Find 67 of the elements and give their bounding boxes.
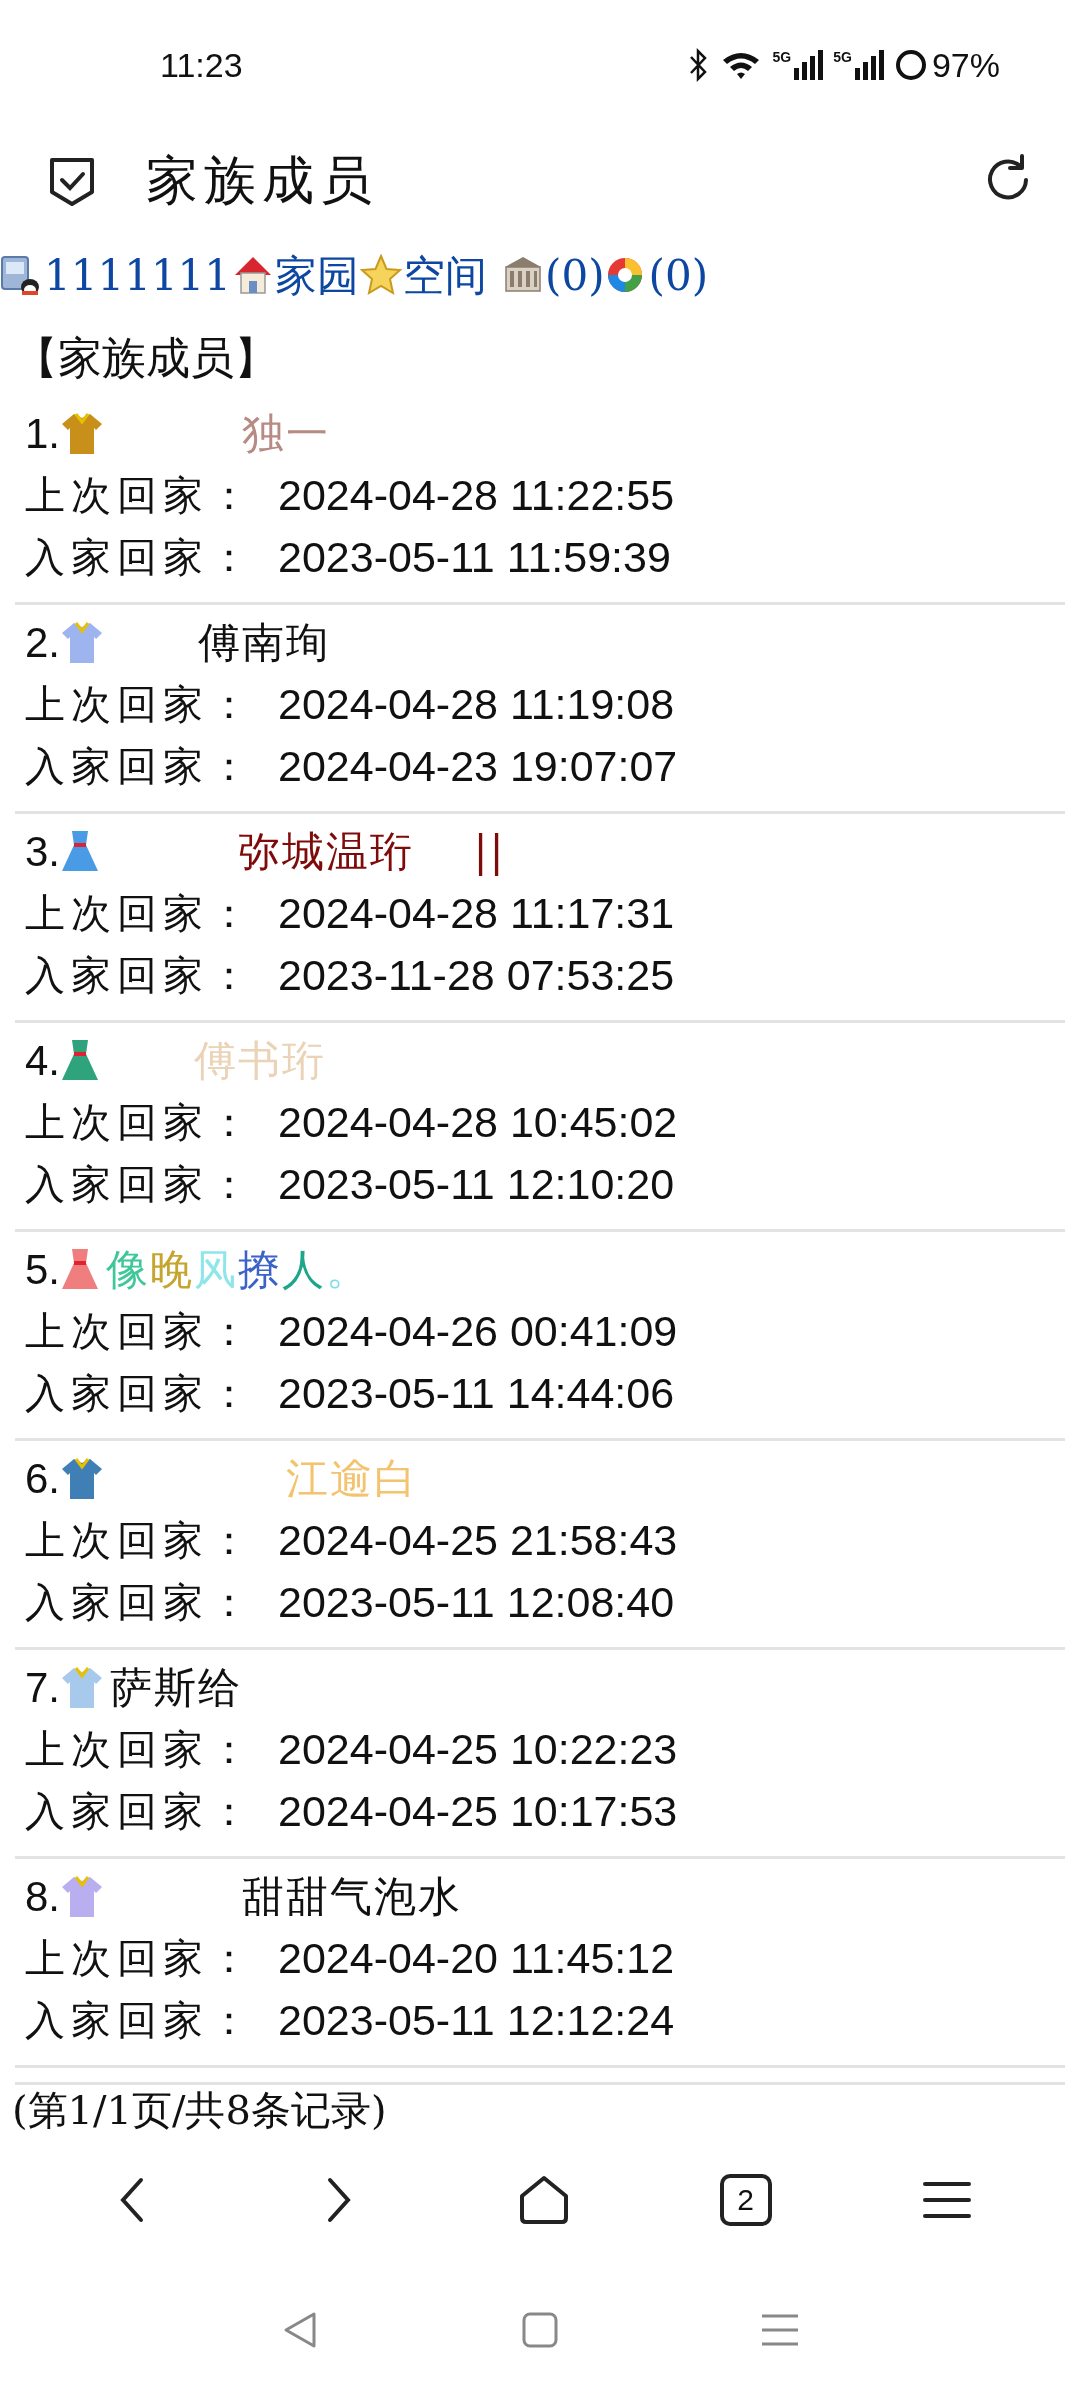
item-number: 3. xyxy=(25,826,61,877)
tabs-button[interactable]: 2 xyxy=(719,2174,772,2226)
item-number: 6. xyxy=(25,1453,61,1504)
battery-level: 97% xyxy=(931,44,1000,86)
item-number: 5. xyxy=(25,1244,61,1295)
member-name[interactable]: 像晚风撩人。 xyxy=(106,1237,371,1301)
network-label: 5G xyxy=(772,50,792,64)
join-time: 2023-05-11 11:59:39 xyxy=(278,531,671,583)
battery-icon xyxy=(893,48,928,82)
network-label: 5G xyxy=(833,50,852,64)
join-time: 2023-11-28 07:53:25 xyxy=(278,949,675,1001)
field-label: 上次回家： xyxy=(25,1098,256,1147)
link[interactable]: 空间 xyxy=(403,243,488,307)
last-visit-time: 2024-04-25 21:58:43 xyxy=(278,1514,678,1566)
field-label: 上次回家： xyxy=(25,1516,256,1565)
item-number: 1. xyxy=(25,408,61,459)
shirt-icon xyxy=(60,1455,105,1501)
section-heading: 【家族成员】 xyxy=(13,331,279,385)
member-name[interactable]: 甜甜气泡水 xyxy=(110,1864,463,1928)
field-label: 入家回家： xyxy=(25,742,256,791)
item-number: 4. xyxy=(25,1035,61,1086)
field-label: 上次回家： xyxy=(25,1725,256,1774)
field-label: 入家回家： xyxy=(25,1996,256,2045)
last-visit-time: 2024-04-28 11:19:08 xyxy=(278,678,675,730)
field-label: 入家回家： xyxy=(25,1160,256,1209)
last-visit-time: 2024-04-26 00:41:09 xyxy=(278,1305,678,1357)
join-time: 2023-05-11 12:12:24 xyxy=(278,1994,675,2046)
join-time: 2023-05-11 12:08:40 xyxy=(278,1576,675,1628)
star-icon xyxy=(359,253,404,297)
field-label: 入家回家： xyxy=(25,1578,256,1627)
field-label: 上次回家： xyxy=(25,889,256,938)
field-label: 入家回家： xyxy=(25,1369,256,1418)
field-label: 入家回家： xyxy=(25,533,256,582)
member-name[interactable]: 傅南珣 xyxy=(110,610,331,674)
last-visit-time: 2024-04-25 10:22:23 xyxy=(278,1723,678,1775)
last-visit-time: 2024-04-20 11:45:12 xyxy=(278,1932,675,1984)
shirt-icon xyxy=(60,1873,105,1919)
signal-icon xyxy=(793,50,824,80)
field-label: 上次回家： xyxy=(25,680,256,729)
signal-icon xyxy=(853,50,884,80)
last-visit-time: 2024-04-28 11:17:31 xyxy=(278,887,675,939)
field-label: 上次回家： xyxy=(25,1934,256,1983)
shirt-icon xyxy=(60,410,105,456)
page-title: 家族成员 xyxy=(146,149,379,212)
join-time: 2024-04-23 19:07:07 xyxy=(278,740,678,792)
page-info: (第1/1页/共8条记录) xyxy=(11,2086,388,2135)
link[interactable]: (0) xyxy=(648,243,709,307)
join-time: 2023-05-11 14:44:06 xyxy=(278,1367,675,1419)
join-time: 2024-04-25 10:17:53 xyxy=(278,1785,678,1837)
field-label: 上次回家： xyxy=(25,1307,256,1356)
field-label: 入家回家： xyxy=(25,951,256,1000)
join-time: 2023-05-11 12:10:20 xyxy=(278,1158,675,1210)
member-name[interactable]: 弥城温珩 || xyxy=(106,819,506,883)
link[interactable]: 1111111 xyxy=(44,243,232,307)
shirt-icon xyxy=(60,1664,105,1710)
link[interactable]: 家园 xyxy=(275,243,360,307)
item-number: 7. xyxy=(25,1662,61,1713)
item-number: 2. xyxy=(25,617,61,668)
member-name[interactable]: 萨斯给 xyxy=(110,1655,243,1719)
last-visit-time: 2024-04-28 10:45:02 xyxy=(278,1096,678,1148)
item-number: 8. xyxy=(25,1871,61,1922)
field-label: 上次回家： xyxy=(25,471,256,520)
field-label: 入家回家： xyxy=(25,1787,256,1836)
link[interactable]: (0) xyxy=(545,243,605,307)
status-time: 11:23 xyxy=(160,44,243,86)
shirt-icon xyxy=(60,619,105,665)
last-visit-time: 2024-04-28 11:22:55 xyxy=(278,469,675,521)
